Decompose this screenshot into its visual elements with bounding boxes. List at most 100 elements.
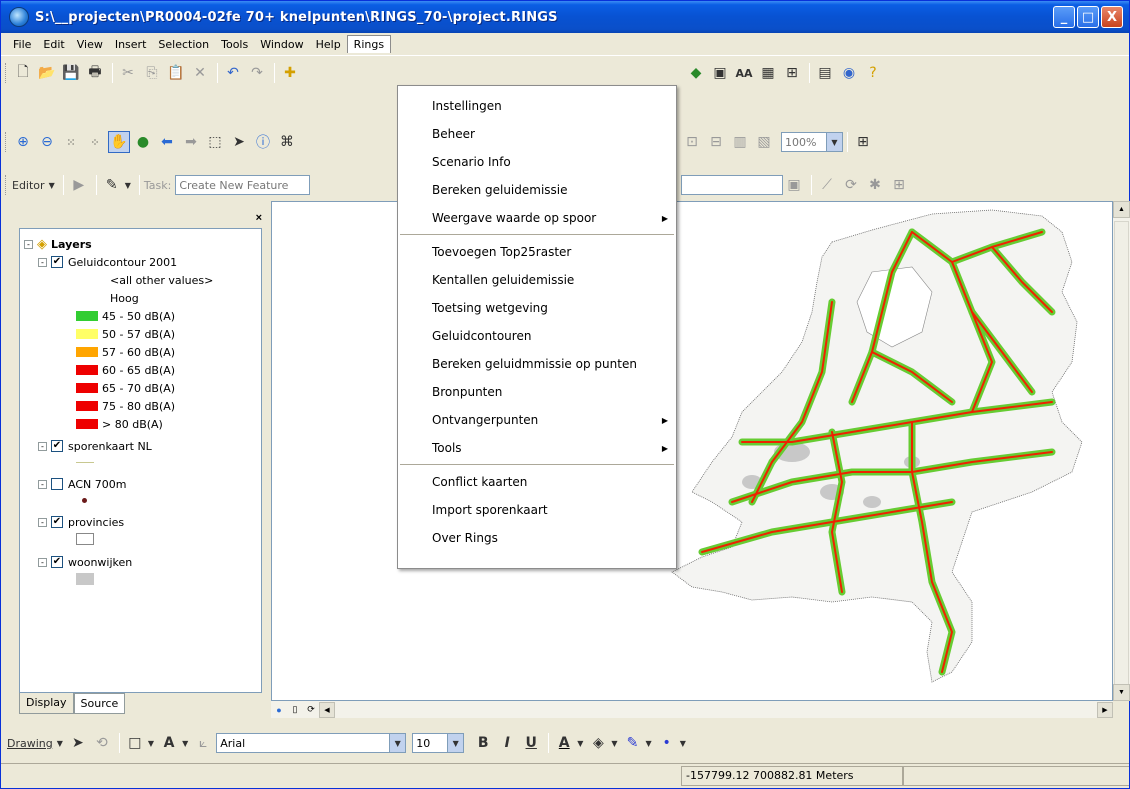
arctoolbox-icon[interactable]: ▣	[709, 62, 731, 84]
collapse-icon[interactable]: -	[38, 517, 47, 527]
open-folder-icon[interactable]: 📂	[36, 62, 58, 84]
rectangle-icon[interactable]: □	[124, 732, 146, 754]
new-document-icon[interactable]: 🗋	[12, 62, 34, 84]
menu-file[interactable]: File	[7, 36, 37, 53]
find-binoculars-icon[interactable]: ⌘	[276, 131, 298, 153]
bold-button[interactable]: B	[472, 732, 494, 754]
menu-item-kentallen[interactable]: Kentallen geluidemissie	[398, 266, 676, 294]
layer-visibility-checkbox[interactable]: ✔	[51, 516, 63, 528]
edit-vertices-icon[interactable]: ⟀	[192, 732, 214, 754]
toolbar-grip[interactable]	[5, 63, 8, 83]
menu-window[interactable]: Window	[254, 36, 309, 53]
collapse-icon[interactable]: -	[38, 257, 47, 267]
layout-zoom-icon[interactable]: ⊡	[681, 131, 703, 153]
back-extent-icon[interactable]: ⬅	[156, 131, 178, 153]
edit-tool-icon[interactable]: ▶	[68, 174, 90, 196]
cut-icon[interactable]: ✂	[117, 62, 139, 84]
tab-source[interactable]: Source	[73, 693, 126, 714]
menu-item-tools[interactable]: Tools ▶	[398, 434, 676, 462]
zoom-out-icon[interactable]: ⊖	[36, 131, 58, 153]
font-name-combo[interactable]: Arial ▼	[216, 733, 407, 753]
italic-button[interactable]: I	[496, 732, 518, 754]
undo-icon[interactable]: ↶	[222, 62, 244, 84]
tab-display[interactable]: Display	[19, 693, 74, 714]
print-icon[interactable]: 🖶	[84, 62, 106, 84]
redo-icon[interactable]: ↷	[246, 62, 268, 84]
forward-extent-icon[interactable]: ➡	[180, 131, 202, 153]
layer-row[interactable]: - ✔ Geluidcontour 2001	[24, 253, 257, 271]
split-tool-icon[interactable]: ⟋	[816, 174, 838, 196]
menu-view[interactable]: View	[71, 36, 109, 53]
chevron-down-icon[interactable]: ▼	[447, 734, 464, 752]
sketch-pencil-icon[interactable]: ✎	[101, 174, 123, 196]
menu-item-conflict-kaarten[interactable]: Conflict kaarten	[398, 468, 676, 496]
add-data-icon[interactable]: ✚	[279, 62, 301, 84]
chevron-down-icon[interactable]: ▼	[125, 181, 131, 190]
menu-item-geluidcontouren[interactable]: Geluidcontouren	[398, 322, 676, 350]
chevron-down-icon[interactable]: ▼	[611, 739, 617, 748]
layer-row[interactable]: - ✔ provincies	[24, 513, 257, 531]
collapse-icon[interactable]: -	[38, 479, 47, 489]
chevron-down-icon[interactable]: ▼	[826, 133, 842, 151]
catalog-icon[interactable]: ⊞	[781, 62, 803, 84]
rotate-tool-icon[interactable]: ⟳	[840, 174, 862, 196]
menu-item-toetsing-wetgeving[interactable]: Toetsing wetgeving	[398, 294, 676, 322]
menu-item-over-rings[interactable]: Over Rings	[398, 524, 676, 552]
save-icon[interactable]: 💾	[60, 62, 82, 84]
menu-item-bereken-punten[interactable]: Bereken geluidmmissie op punten	[398, 350, 676, 378]
chevron-down-icon[interactable]: ▼	[57, 739, 63, 748]
select-elements-arrow-icon[interactable]: ➤	[67, 732, 89, 754]
layer-visibility-checkbox[interactable]: ✔	[51, 256, 63, 268]
select-elements-arrow-icon[interactable]: ➤	[228, 131, 250, 153]
collapse-icon[interactable]: -	[38, 441, 47, 451]
task-combo[interactable]: Create New Feature	[175, 175, 311, 195]
pan-hand-icon[interactable]: ✋	[108, 131, 130, 153]
full-extent-globe-icon[interactable]: ●	[132, 131, 154, 153]
chevron-down-icon[interactable]: ▼	[148, 739, 154, 748]
find-text-icon[interactable]: AA	[733, 62, 755, 84]
collapse-icon[interactable]: -	[38, 557, 47, 567]
layer-visibility-checkbox[interactable]: ✔	[51, 440, 63, 452]
fixed-zoom-out-icon[interactable]: ⁘	[84, 131, 106, 153]
menu-item-toevoegen-top25raster[interactable]: Toevoegen Top25raster	[398, 238, 676, 266]
menu-help[interactable]: Help	[310, 36, 347, 53]
editor-menu[interactable]: Editor	[12, 179, 45, 192]
select-features-icon[interactable]: ⬚	[204, 131, 226, 153]
menu-item-beheer[interactable]: Beheer	[398, 120, 676, 148]
menu-item-scenario-info[interactable]: Scenario Info	[398, 148, 676, 176]
fixed-zoom-in-icon[interactable]: ⁙	[60, 131, 82, 153]
menu-item-weergave-waarde[interactable]: Weergave waarde op spoor ▶	[398, 204, 676, 232]
maximize-button[interactable]: □	[1077, 6, 1099, 28]
help-icon[interactable]: ?	[862, 62, 884, 84]
map-vertical-scrollbar[interactable]: ▲ ▼	[1113, 201, 1130, 701]
menu-edit[interactable]: Edit	[37, 36, 70, 53]
rotate-icon[interactable]: ⟲	[91, 732, 113, 754]
data-view-icon[interactable]: ●	[271, 702, 287, 718]
scroll-right-icon[interactable]: ▶	[1097, 701, 1113, 718]
chevron-down-icon[interactable]: ▼	[577, 739, 583, 748]
close-button[interactable]: X	[1101, 6, 1123, 28]
layout-view-icon[interactable]: ▯	[287, 702, 303, 718]
text-tool-icon[interactable]: A	[158, 732, 180, 754]
layers-root[interactable]: - ◈ Layers	[24, 235, 257, 253]
line-color-icon[interactable]: ✎	[622, 732, 644, 754]
scroll-left-icon[interactable]: ◀	[319, 701, 335, 718]
layer-visibility-checkbox[interactable]: ✔	[51, 556, 63, 568]
copy-icon[interactable]: ⎘	[141, 62, 163, 84]
model-builder-icon[interactable]: ▤	[814, 62, 836, 84]
layout-pan-icon[interactable]: ⊟	[705, 131, 727, 153]
chevron-down-icon[interactable]: ▼	[49, 181, 55, 190]
layer-row[interactable]: - ACN 700m	[24, 475, 257, 493]
underline-button[interactable]: U	[520, 732, 542, 754]
zoom-in-icon[interactable]: ⊕	[12, 131, 34, 153]
minimize-button[interactable]: _	[1053, 6, 1075, 28]
menu-insert[interactable]: Insert	[109, 36, 153, 53]
drawing-menu[interactable]: Drawing	[7, 737, 53, 750]
marker-color-icon[interactable]: •	[656, 732, 678, 754]
attributes-icon[interactable]: ▣	[783, 174, 805, 196]
scroll-up-icon[interactable]: ▲	[1113, 201, 1130, 218]
editor-toolbar-icon[interactable]: ◆	[685, 62, 707, 84]
scroll-down-icon[interactable]: ▼	[1113, 684, 1130, 701]
font-color-icon[interactable]: A	[553, 732, 575, 754]
menu-item-ontvangerpunten[interactable]: Ontvangerpunten ▶	[398, 406, 676, 434]
